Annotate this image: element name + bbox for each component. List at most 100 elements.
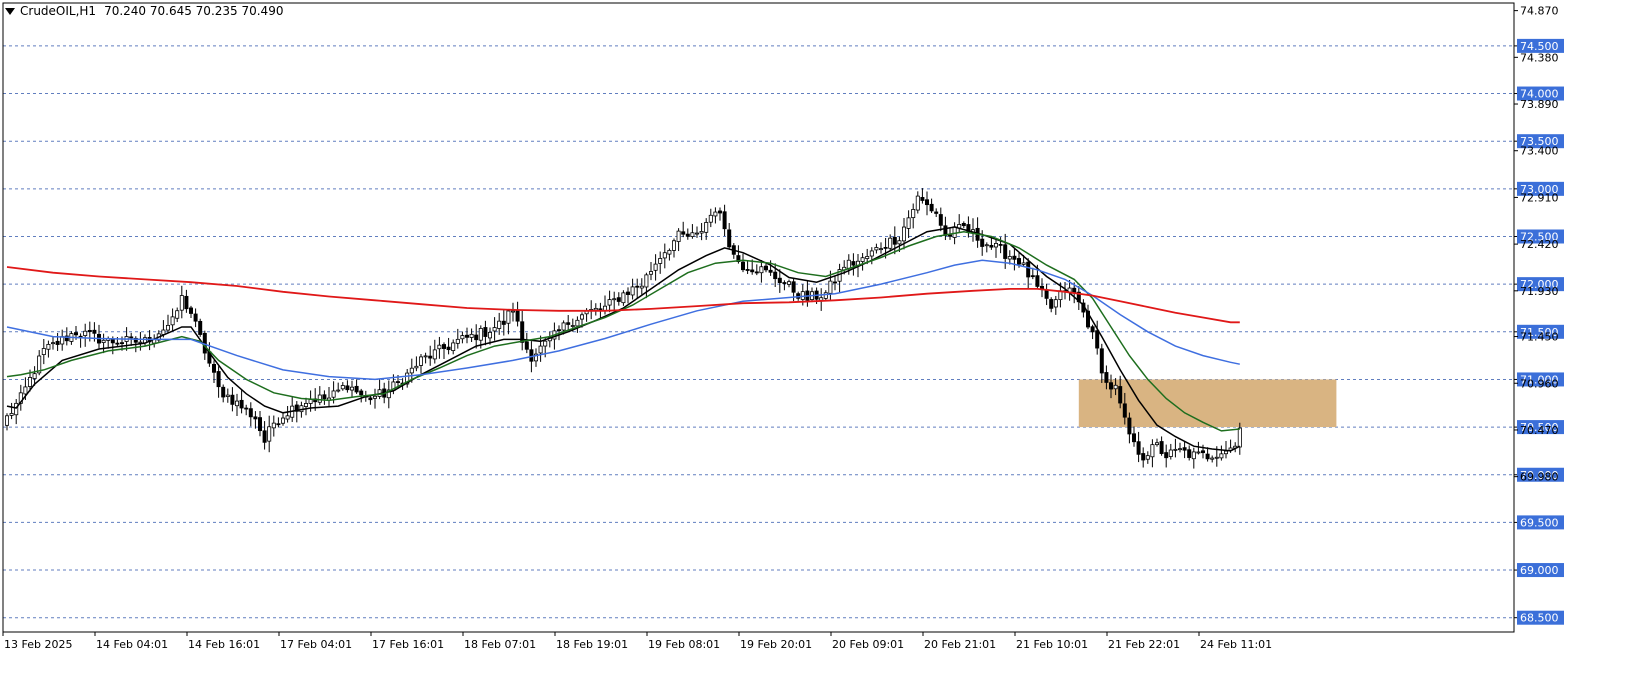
candle-body (1196, 451, 1201, 454)
candle-body (1003, 244, 1008, 259)
candle (51, 336, 56, 350)
candle-body (267, 426, 272, 442)
candle-body (1159, 441, 1164, 454)
candle (805, 280, 810, 307)
price-label-text: 73.400 (1520, 145, 1559, 158)
candle (662, 243, 667, 269)
price-label-text: 73.890 (1520, 98, 1559, 111)
price-label: 70.470 (1514, 424, 1559, 437)
candle-body (538, 345, 543, 354)
candle (626, 287, 631, 304)
ma-line-50 (6, 259, 1240, 381)
candle (234, 393, 239, 416)
time-label: 21 Feb 22:01 (1106, 632, 1180, 651)
dropdown-triangle-icon[interactable] (5, 7, 15, 15)
candle-body (1173, 448, 1178, 451)
candle-body (952, 226, 957, 238)
price-label: 72.910 (1514, 191, 1559, 204)
time-label: 17 Feb 16:01 (370, 632, 444, 651)
candle-body (248, 408, 253, 418)
candle-body (9, 413, 14, 416)
candle-body (1187, 449, 1192, 458)
candle-body (483, 327, 488, 337)
price-label: 74.380 (1514, 51, 1559, 64)
candle-body (515, 309, 520, 322)
candle-body (193, 313, 198, 322)
candle (787, 279, 792, 288)
candle-body (580, 314, 585, 320)
candle (837, 263, 842, 293)
candle-body (883, 246, 888, 249)
candle (253, 411, 258, 429)
candle-body (777, 277, 782, 283)
price-label: 69.980 (1514, 471, 1559, 484)
candle (64, 327, 69, 346)
candle-body (308, 399, 313, 404)
grid-lines (3, 45, 1514, 619)
candle (492, 317, 497, 341)
candle-body (994, 243, 999, 248)
candle-body (649, 271, 654, 275)
candle-body (1122, 403, 1127, 418)
candle-body (1155, 442, 1160, 446)
chart-canvas[interactable]: 74.87074.50074.38074.00073.89073.50073.4… (0, 0, 1651, 691)
candle-body (1109, 382, 1114, 390)
candle-body (653, 263, 658, 271)
candle-body (55, 340, 60, 345)
candle-body (764, 265, 769, 271)
candle-body (230, 394, 235, 405)
candle (676, 228, 681, 252)
candle (322, 390, 327, 405)
candle (354, 379, 359, 394)
candle-body (285, 415, 290, 420)
candle (524, 332, 529, 354)
moving-averages-layer (6, 226, 1241, 452)
candle (372, 388, 377, 409)
candle (340, 382, 345, 391)
candle (1099, 343, 1104, 384)
candle (1040, 278, 1045, 298)
time-label: 19 Feb 20:01 (738, 632, 812, 651)
candle-body (708, 214, 713, 223)
candle (101, 333, 106, 354)
candle-body (745, 269, 750, 271)
candle-body (1026, 261, 1031, 278)
candle-body (626, 291, 631, 295)
candle-body (198, 320, 203, 335)
candle (193, 308, 198, 328)
candle-body (253, 416, 258, 420)
price-label-text: 72.420 (1520, 238, 1559, 251)
candle (1173, 438, 1178, 458)
candle-body (474, 334, 479, 341)
candle (97, 324, 102, 349)
price-chart[interactable]: 74.870 74.500 74.380 74.000 73.890 73.500 73.4… (0, 0, 1651, 691)
candle-body (423, 355, 428, 358)
candle-body (1095, 330, 1100, 349)
candle-body (543, 340, 548, 347)
time-label-text: 14 Feb 16:01 (188, 638, 260, 651)
candle (290, 397, 295, 422)
candle (851, 253, 856, 276)
candle-body (561, 322, 566, 331)
candle-body (497, 320, 502, 329)
candle-body (1030, 275, 1035, 278)
candle-body (257, 417, 262, 432)
candle-body (510, 310, 515, 313)
candle (303, 397, 308, 416)
candle (497, 312, 502, 335)
candle (957, 214, 962, 233)
candle-body (695, 232, 700, 235)
candle-body (409, 367, 414, 374)
candle-body (216, 371, 221, 388)
candle (336, 382, 341, 393)
candle (294, 401, 299, 423)
candle (653, 254, 658, 281)
candle-body (1205, 453, 1210, 460)
candle-body (23, 386, 28, 395)
candle (1182, 441, 1187, 459)
candle-body (1127, 417, 1132, 435)
candle-body (1237, 427, 1242, 448)
price-label-text: 71.930 (1520, 285, 1559, 298)
candle (285, 405, 290, 423)
candle (1136, 431, 1141, 463)
